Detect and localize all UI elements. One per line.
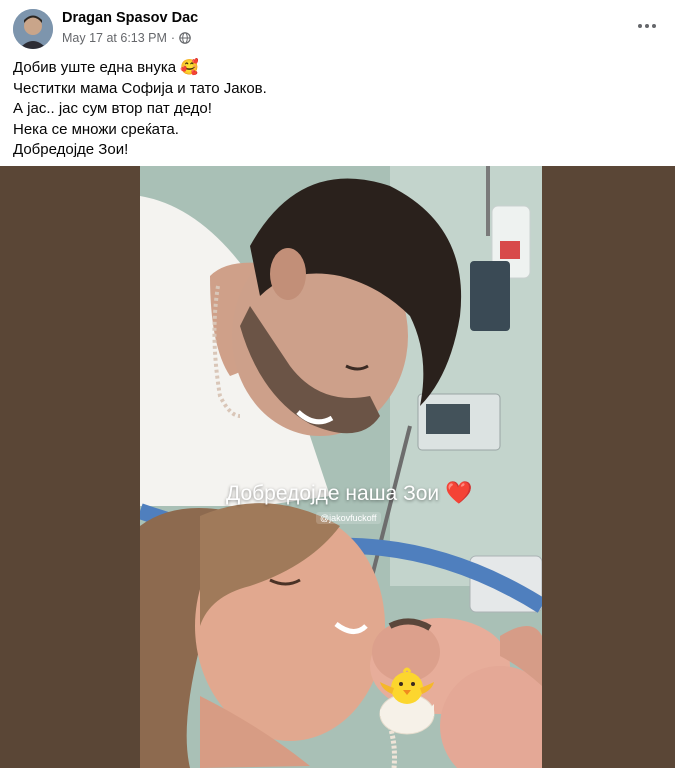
more-options-icon — [638, 24, 642, 28]
post-text: Добив уште една внука 🥰 Честитки мама Со… — [13, 58, 653, 161]
more-options-button[interactable] — [635, 14, 659, 38]
story-mention-tag: @jakovfuckoff — [316, 512, 381, 524]
post-timestamp[interactable]: May 17 at 6:13 PM — [62, 31, 167, 45]
post-text-line: А јас.. јас сум втор пат дедо! — [13, 100, 212, 117]
hatching-chick-icon — [379, 667, 435, 735]
author-name[interactable]: Dragan Spasov Dac — [62, 10, 198, 26]
post-meta: May 17 at 6:13 PM · — [62, 31, 191, 45]
post-text-line: Добредојде Зои! — [13, 141, 129, 158]
post-header: Dragan Spasov Dac May 17 at 6:13 PM · — [0, 0, 675, 56]
story-caption-text: Добредојде наша Зои — [226, 482, 440, 505]
post-text-line: Нека се множи среќата. — [13, 120, 179, 138]
post-media[interactable]: Добредојде наша Зои ❤️ @jakovfuckoff — [0, 166, 675, 768]
author-avatar[interactable] — [13, 9, 53, 49]
heart-icon: ❤️ — [445, 480, 473, 505]
meta-separator: · — [170, 31, 176, 45]
facebook-post: Dragan Spasov Dac May 17 at 6:13 PM · До… — [0, 0, 675, 768]
post-text-line: Добив уште една внука 🥰 — [13, 59, 199, 76]
photo-illustration — [140, 166, 542, 768]
globe-icon[interactable] — [179, 32, 191, 44]
story-caption: Добредојде наша Зои ❤️ — [226, 480, 472, 506]
post-photo[interactable]: Добредојде наша Зои ❤️ @jakovfuckoff — [140, 166, 542, 768]
post-text-line: Честитки мама Софија и тато Јаков. — [13, 79, 267, 97]
